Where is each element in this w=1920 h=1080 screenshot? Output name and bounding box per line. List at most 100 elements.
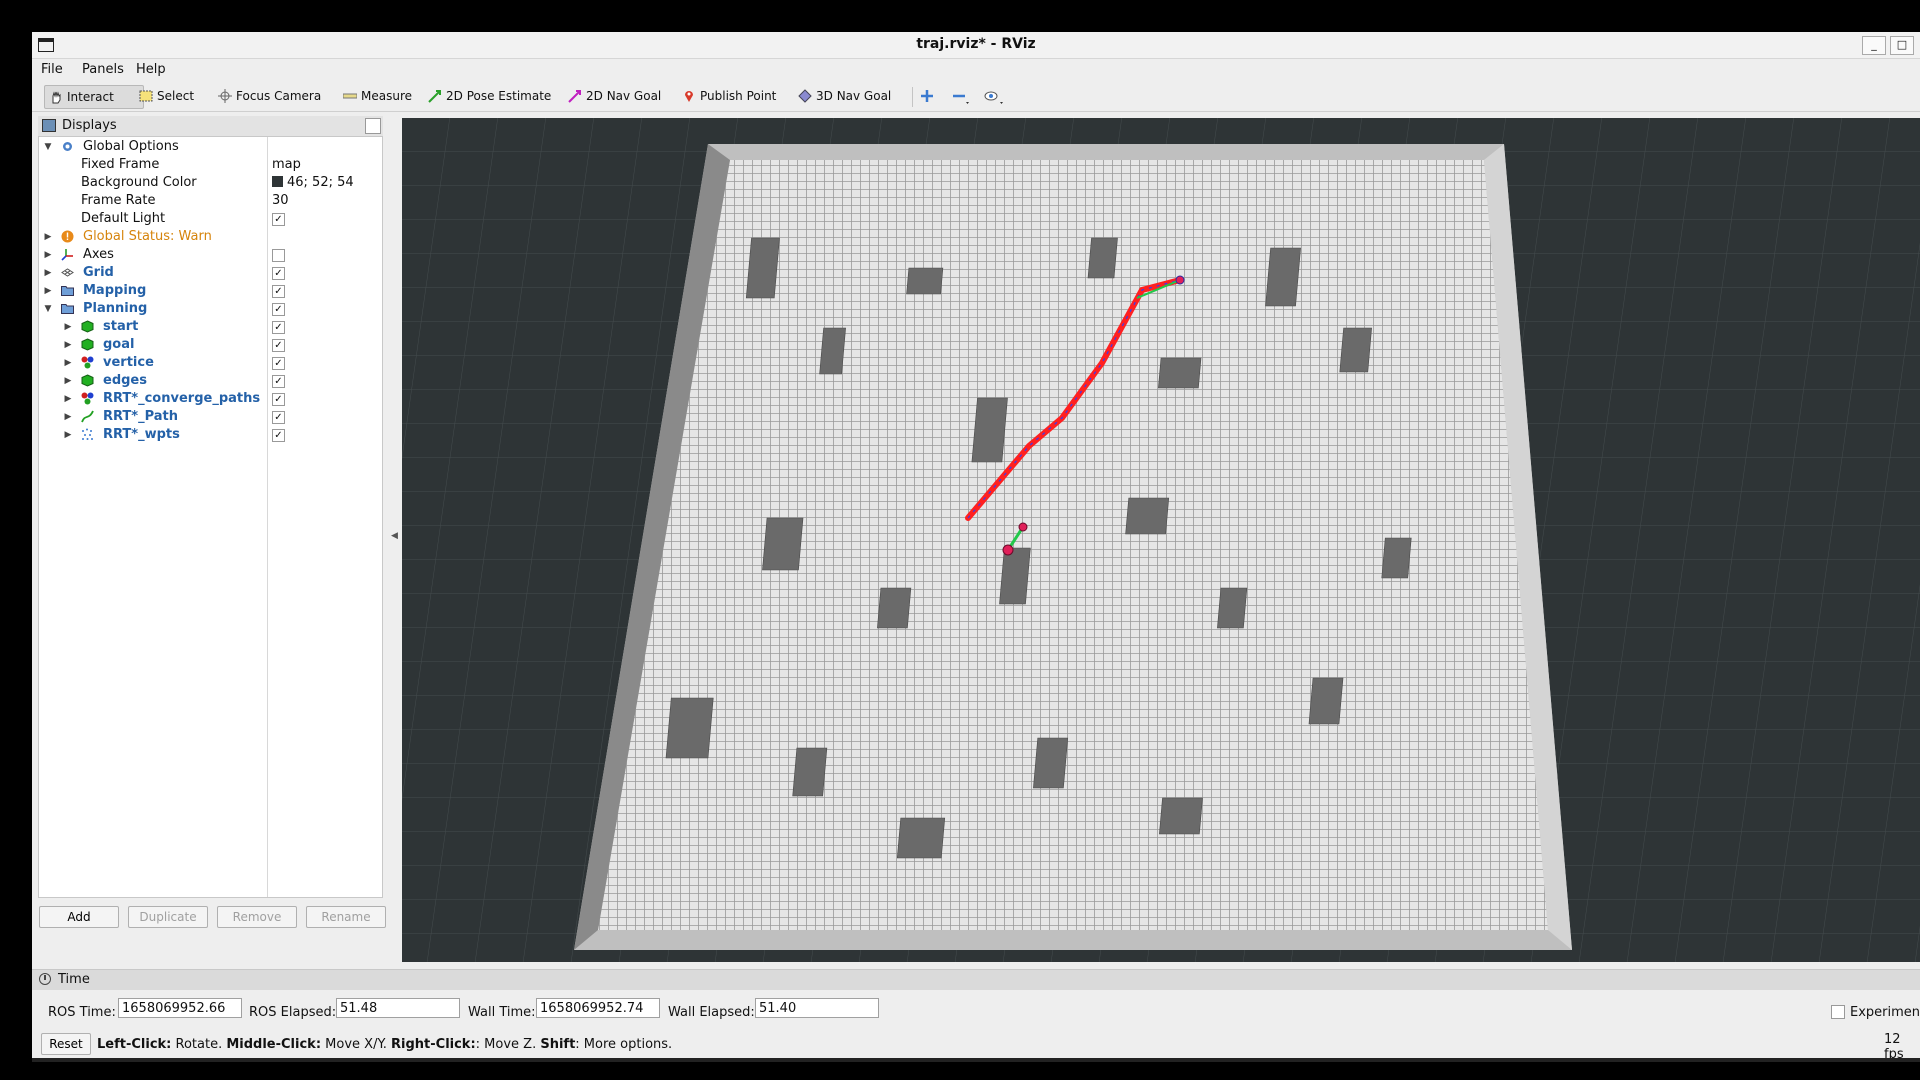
- tree-item-rrt-wpts[interactable]: ▶ RRT*_wpts ✓: [39, 426, 382, 444]
- menu-panels[interactable]: Panels: [82, 62, 124, 77]
- 3d-scene[interactable]: [402, 118, 1920, 962]
- select-tool[interactable]: Select: [135, 85, 200, 107]
- render-viewport[interactable]: [402, 118, 1920, 962]
- planning-checkbox[interactable]: ✓: [272, 303, 285, 316]
- property-background-color[interactable]: Background Color 46; 52; 54: [39, 174, 382, 192]
- expand-arrow-icon[interactable]: ▶: [43, 267, 53, 279]
- clock-icon: [39, 973, 51, 985]
- experimental-label: Experimenta: [1850, 1005, 1920, 1020]
- frame-rate-value[interactable]: 30: [272, 193, 289, 208]
- fixed-frame-value[interactable]: map: [272, 157, 301, 172]
- reset-button[interactable]: Reset: [41, 1033, 91, 1055]
- focus-camera-tool[interactable]: Focus Camera: [214, 85, 327, 107]
- expand-arrow-icon[interactable]: ▶: [63, 411, 73, 423]
- mapping-checkbox[interactable]: ✓: [272, 285, 285, 298]
- ros-elapsed-label: ROS Elapsed:: [249, 1005, 337, 1020]
- background-color-value[interactable]: 46; 52; 54: [272, 175, 354, 190]
- tree-item-rrt-path[interactable]: ▶ RRT*_Path ✓: [39, 408, 382, 426]
- property-default-light[interactable]: Default Light ✓: [39, 210, 382, 228]
- collapse-arrow-icon[interactable]: ▼: [43, 141, 53, 153]
- minus-icon[interactable]: [952, 89, 970, 105]
- monitor-icon: [42, 119, 56, 132]
- add-button[interactable]: Add: [39, 906, 119, 928]
- spheres-icon: [81, 356, 94, 369]
- ros-time-field[interactable]: 1658069952.66: [118, 998, 242, 1018]
- tree-item-start[interactable]: ▶ start ✓: [39, 318, 382, 336]
- hint-right-click: Right-Click:: [391, 1037, 476, 1052]
- panel-float-button[interactable]: [365, 118, 381, 134]
- tree-item-mapping[interactable]: ▶ Mapping ✓: [39, 282, 382, 300]
- expand-arrow-icon[interactable]: ▶: [43, 285, 53, 297]
- hint-middle-action: Move X/Y.: [321, 1037, 392, 1052]
- nav-goal-3d-tool[interactable]: 3D Nav Goal: [794, 85, 897, 107]
- hint-shift-action: : More options.: [575, 1037, 673, 1052]
- expand-arrow-icon[interactable]: ▶: [63, 357, 73, 369]
- tree-item-converge-paths[interactable]: ▶ RRT*_converge_paths ✓: [39, 390, 382, 408]
- ros-time-label: ROS Time:: [48, 1005, 116, 1020]
- interact-tool[interactable]: Interact: [44, 85, 144, 109]
- hint-right-action: : Move Z.: [475, 1037, 541, 1052]
- pose-estimate-tool[interactable]: 2D Pose Estimate: [424, 85, 557, 107]
- axes-icon: [61, 249, 73, 261]
- property-fixed-frame[interactable]: Fixed Frame map: [39, 156, 382, 174]
- converge-paths-checkbox[interactable]: ✓: [272, 393, 285, 406]
- background-color-label: Background Color: [81, 175, 197, 190]
- eye-icon[interactable]: [984, 89, 1004, 105]
- axes-checkbox[interactable]: [272, 249, 285, 262]
- expand-arrow-icon[interactable]: ▶: [63, 339, 73, 351]
- panel-splitter[interactable]: ◀: [391, 116, 398, 976]
- point-cloud-icon: [82, 428, 93, 440]
- grid-checkbox[interactable]: ✓: [272, 267, 285, 280]
- ros-elapsed-field[interactable]: 51.48: [336, 998, 460, 1018]
- maximize-button[interactable]: □: [1890, 36, 1914, 55]
- start-checkbox[interactable]: ✓: [272, 321, 285, 334]
- goal-checkbox[interactable]: ✓: [272, 339, 285, 352]
- displays-tree: ▼ Global Options Fixed Frame map Backgro…: [38, 136, 383, 898]
- tree-item-goal[interactable]: ▶ goal ✓: [39, 336, 382, 354]
- collapse-arrow-icon[interactable]: ▼: [43, 303, 53, 315]
- edges-label: edges: [103, 373, 147, 388]
- vertice-checkbox[interactable]: ✓: [272, 357, 285, 370]
- menu-help[interactable]: Help: [136, 62, 166, 77]
- tree-item-planning[interactable]: ▼ Planning ✓: [39, 300, 382, 318]
- wall-time-field[interactable]: 1658069952.74: [536, 998, 660, 1018]
- tree-item-axes[interactable]: ▶ Axes: [39, 246, 382, 264]
- expand-arrow-icon[interactable]: ▶: [43, 249, 53, 261]
- rrt-path-checkbox[interactable]: ✓: [272, 411, 285, 424]
- tree-item-edges[interactable]: ▶ edges ✓: [39, 372, 382, 390]
- rrt-wpts-checkbox[interactable]: ✓: [272, 429, 285, 442]
- minimize-button[interactable]: _: [1862, 36, 1886, 55]
- warning-icon: [61, 230, 74, 243]
- expand-arrow-icon[interactable]: ▶: [63, 321, 73, 333]
- hint-middle-click: Middle-Click:: [226, 1037, 322, 1052]
- expand-arrow-icon[interactable]: ▶: [63, 393, 73, 405]
- hand-icon: [52, 91, 61, 104]
- window-bottom-edge: [32, 1058, 1920, 1062]
- remove-button[interactable]: Remove: [217, 906, 297, 928]
- color-swatch: [272, 176, 283, 187]
- property-frame-rate[interactable]: Frame Rate 30: [39, 192, 382, 210]
- tree-item-global-options[interactable]: ▼ Global Options: [39, 138, 382, 156]
- focus-camera-label: Focus Camera: [236, 89, 322, 103]
- default-light-checkbox[interactable]: ✓: [272, 213, 285, 226]
- measure-tool[interactable]: Measure: [339, 85, 418, 107]
- edges-checkbox[interactable]: ✓: [272, 375, 285, 388]
- tree-item-vertice[interactable]: ▶ vertice ✓: [39, 354, 382, 372]
- tree-item-grid[interactable]: ▶ Grid ✓: [39, 264, 382, 282]
- plus-icon[interactable]: [920, 89, 934, 103]
- menu-file[interactable]: File: [41, 62, 63, 77]
- wall-elapsed-field[interactable]: 51.40: [755, 998, 879, 1018]
- nav-goal-2d-tool[interactable]: 2D Nav Goal: [564, 85, 667, 107]
- rename-button[interactable]: Rename: [306, 906, 386, 928]
- toolbar: Interact Select Focus Camera Measure 2D …: [32, 81, 1920, 112]
- experimental-checkbox[interactable]: [1831, 1005, 1845, 1019]
- duplicate-button[interactable]: Duplicate: [128, 906, 208, 928]
- rrt-wpts-label: RRT*_wpts: [103, 427, 180, 442]
- publish-point-tool[interactable]: Publish Point: [678, 85, 782, 107]
- green-cube-icon: [81, 338, 94, 351]
- grid-label: Grid: [83, 265, 114, 280]
- expand-arrow-icon[interactable]: ▶: [63, 375, 73, 387]
- expand-arrow-icon[interactable]: ▶: [43, 231, 53, 243]
- tree-item-global-status[interactable]: ▶ Global Status: Warn: [39, 228, 382, 246]
- expand-arrow-icon[interactable]: ▶: [63, 429, 73, 441]
